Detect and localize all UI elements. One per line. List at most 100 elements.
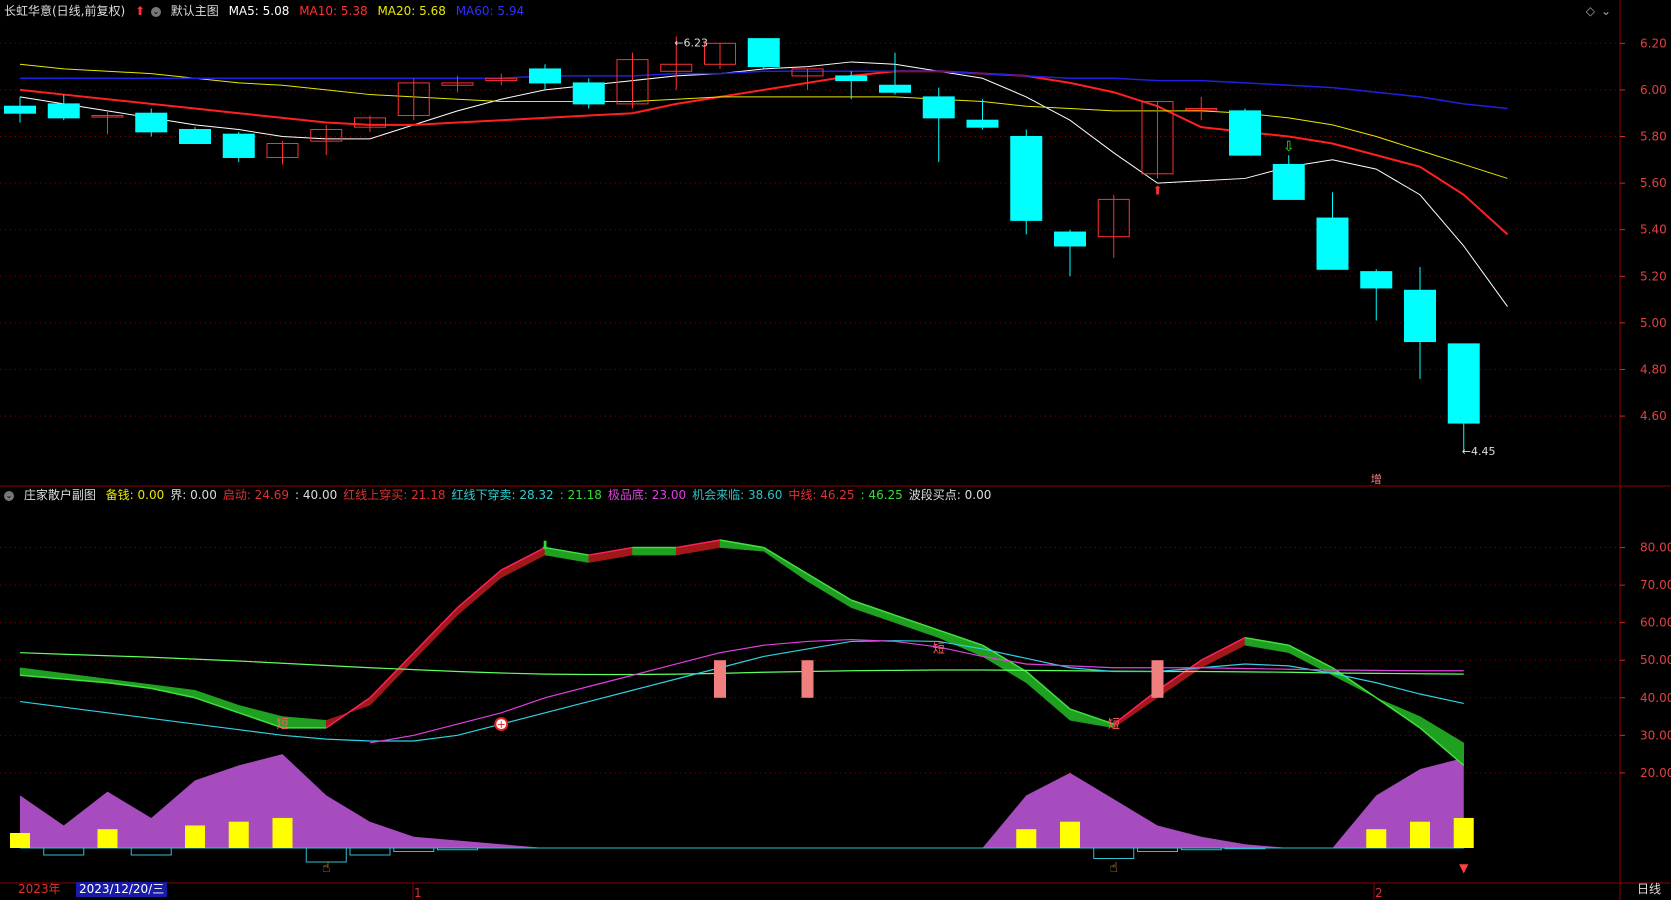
cyan-bar (43, 847, 85, 856)
band-segment-down (1026, 670, 1071, 721)
sub-y-tick-label: 70.00 (1640, 578, 1671, 592)
indicator-value-0: 备钱: 0.00 (105, 488, 165, 502)
candle-down (222, 133, 255, 158)
band-edge (1332, 667, 1377, 699)
ma10-label: MA10: 5.38 (299, 4, 368, 18)
yellow-bar (1453, 817, 1474, 848)
band-segment-down (1419, 716, 1464, 766)
yellow-bar (185, 825, 205, 848)
sub-y-tick-label: 20.00 (1640, 766, 1671, 780)
chart-canvas[interactable]: 6.20 6.00 5.80 5.60 5.40 5.20 5.00 4.80 4.60 80.0… (0, 0, 1671, 900)
candle-down (922, 96, 955, 119)
short-label: 短 (276, 717, 288, 731)
indicator-value-7: 极品底: 23.00 (607, 488, 687, 502)
down-arrow-icon: ⬇ (540, 539, 550, 553)
candle-down (572, 82, 605, 105)
plus-icon: + (497, 718, 506, 731)
candle-down (747, 38, 780, 68)
main-chart-header: 长虹华意(日线,前复权) ⬆ ⌄ 默认主图 MA5: 5.08 MA10: 5.… (4, 3, 530, 19)
indicator-value-9: 中线: 46.25 (788, 488, 855, 502)
period-label[interactable]: 日线 (1637, 880, 1661, 897)
sub-y-tick-label: 60.00 (1640, 616, 1671, 630)
band-edge (1375, 697, 1421, 729)
indicator-value-1: 界: 0.00 (170, 488, 217, 502)
band-edge (369, 652, 415, 699)
indicator-value-5: 红线下穿卖: 28.32 (451, 488, 554, 502)
pink-bar (714, 660, 726, 698)
sub-y-tick-label: 30.00 (1640, 728, 1671, 742)
candle-down (1054, 231, 1086, 247)
band-edge (1025, 670, 1071, 710)
indicator-value-4: 红线上穿买: 21.18 (343, 488, 446, 502)
month-label: 1 (414, 886, 422, 900)
band-edge (457, 569, 502, 609)
candle-down (1404, 289, 1436, 343)
candle-down (1272, 163, 1305, 200)
indicator-value-6: : 21.18 (559, 488, 602, 502)
main-y-tick-label: 5.40 (1640, 223, 1667, 237)
band-edge (807, 573, 852, 601)
band-edge (1288, 644, 1333, 669)
month-label: 2 (1375, 886, 1383, 900)
band-edge (500, 546, 546, 571)
indicator-value-11: 波段买点: 0.00 (908, 488, 992, 502)
band-segment-down (1244, 637, 1289, 654)
band-segment-up (369, 652, 414, 706)
main-y-tick-label: 5.60 (1640, 176, 1667, 190)
cyan-bar (1093, 847, 1135, 859)
main-y-tick-label: 4.80 (1640, 363, 1667, 377)
up-arrow-icon: ⬆ (135, 4, 146, 18)
cyan-bar (349, 847, 391, 856)
sub-y-tick-label: 40.00 (1640, 691, 1671, 705)
sub-y-tick-label: 50.00 (1640, 653, 1671, 667)
candle-down (966, 119, 999, 128)
cyan-bar (1137, 847, 1178, 852)
candle-down (835, 75, 868, 82)
band-segment-down (544, 547, 589, 563)
short-label: 短 (933, 642, 945, 656)
main-y-tick-label: 4.60 (1640, 409, 1667, 423)
short-label: 短 (1108, 717, 1120, 731)
band-edge (1157, 659, 1202, 691)
sell-arrow-icon: ⇩ (1283, 139, 1295, 155)
main-y-tick-label: 5.80 (1640, 130, 1667, 144)
band-segment-up (676, 539, 721, 556)
pink-bar (1151, 660, 1164, 698)
band-segment-up (1201, 637, 1246, 669)
ma20-label: MA20: 5.68 (377, 4, 446, 18)
band-edge (325, 697, 371, 729)
indicator-value-2: 启动: 24.69 (222, 488, 290, 502)
main-chart-name[interactable]: 默认主图 (171, 4, 219, 18)
band-segment-up (413, 607, 458, 661)
candle-down (47, 103, 80, 119)
band-segment-down (807, 573, 852, 609)
signal-icon: ▼ (1459, 861, 1469, 875)
yellow-bar (1410, 821, 1430, 848)
main-y-tick-label: 6.00 (1640, 83, 1667, 97)
cursor-date: 2023/12/20/三 (76, 882, 168, 897)
stock-name: 长虹华意(日线,前复权) (4, 4, 126, 18)
indicator-name[interactable]: 庄家散户副图 (24, 488, 96, 502)
main-y-tick-label: 5.00 (1640, 316, 1667, 330)
band-edge (1113, 689, 1158, 725)
cyan-bar (130, 847, 172, 856)
band-segment-down (194, 689, 239, 714)
candle-down (1447, 343, 1480, 424)
band-segment-down (282, 716, 327, 729)
sub-y-tick-label: 80.00 (1640, 541, 1671, 555)
diamond-icon[interactable]: ◇ (1586, 4, 1595, 18)
settings-toggle-icon[interactable]: ⌄ (150, 6, 161, 17)
cyan-line (19, 640, 1464, 742)
ma60-label: MA60: 5.94 (455, 4, 525, 18)
indicator-value-3: : 40.00 (295, 488, 338, 502)
cyan-bar (393, 847, 435, 852)
band-edge (413, 607, 459, 654)
hand-icon: ☝ (322, 860, 331, 876)
candle-down (529, 68, 561, 84)
band-segment-up (588, 547, 633, 563)
indicator-toggle-icon[interactable]: ⌄ (4, 490, 14, 501)
main-y-tick-label: 5.20 (1640, 269, 1667, 283)
yellow-bar (272, 817, 293, 848)
candle-down (1010, 136, 1043, 221)
collapse-icon[interactable]: ⌄ (1601, 4, 1611, 18)
